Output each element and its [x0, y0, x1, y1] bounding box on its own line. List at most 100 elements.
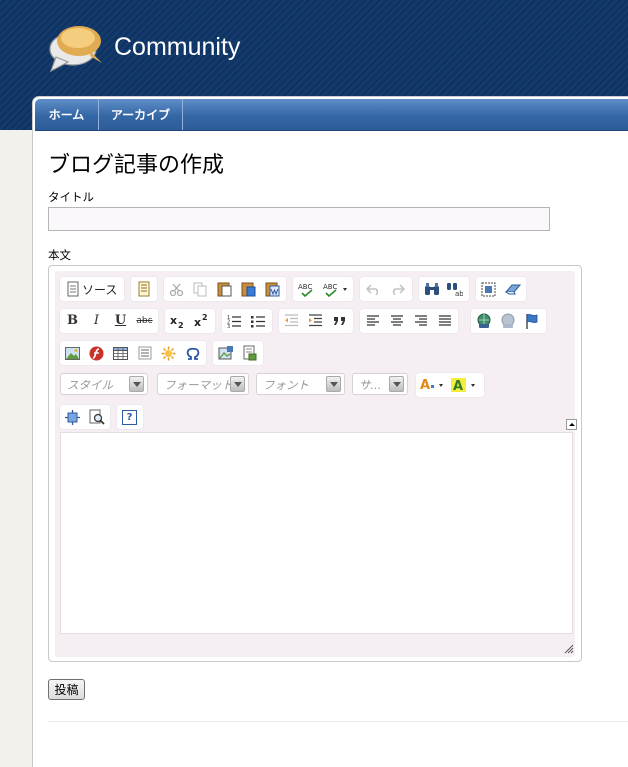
strikethrough-button[interactable]: abc — [135, 312, 154, 330]
select-all-icon — [481, 282, 496, 296]
replace-button[interactable]: ab — [445, 280, 464, 298]
flag-icon — [525, 314, 537, 329]
binoculars-icon — [424, 283, 439, 295]
redo-icon — [392, 284, 405, 295]
flash-button[interactable] — [87, 344, 106, 362]
redo-button[interactable] — [388, 280, 407, 298]
anchor-button[interactable] — [522, 312, 541, 330]
image-button[interactable] — [63, 344, 82, 362]
special-char-button[interactable] — [183, 344, 202, 362]
cut-button[interactable] — [167, 280, 186, 298]
paste-word-button[interactable] — [263, 280, 282, 298]
bold-button[interactable]: B — [63, 312, 82, 330]
align-left-button[interactable] — [363, 312, 382, 330]
svg-text:A: A — [420, 378, 430, 393]
speech-bubble-logo-icon[interactable] — [46, 19, 104, 75]
justify-button[interactable] — [435, 312, 454, 330]
italic-button[interactable]: I — [87, 312, 106, 330]
maximize-button[interactable] — [63, 408, 82, 426]
horizontal-rule-button[interactable] — [135, 344, 154, 362]
templates-button[interactable] — [134, 280, 153, 298]
nav-tab-archive[interactable]: アーカイブ — [99, 99, 183, 130]
editor-content-area[interactable] — [60, 432, 573, 634]
select-all-button[interactable] — [479, 280, 498, 298]
title-input[interactable] — [48, 207, 550, 231]
spellcheck-icon: ABC — [298, 283, 313, 297]
unlink-button[interactable] — [498, 312, 517, 330]
spellcheck-as-you-type-button[interactable]: ABC — [322, 280, 350, 298]
toolbar-group-templates — [131, 277, 157, 301]
resize-handle-icon[interactable] — [564, 644, 574, 654]
clipboard-icon — [217, 282, 232, 297]
text-color-button[interactable]: A — [419, 376, 447, 394]
toolbar-group-source: ソース — [60, 277, 124, 301]
style-combo-label: スタイル — [67, 378, 113, 392]
indent-icon — [309, 314, 322, 327]
toolbar-group-find: ab — [419, 277, 469, 301]
format-combo[interactable]: フォーマット — [157, 373, 249, 395]
toolbar-group-undo — [360, 277, 412, 301]
superscript-button[interactable]: x2 — [192, 312, 211, 330]
site-title[interactable]: Community — [114, 33, 240, 62]
preview-button[interactable] — [87, 408, 106, 426]
chevron-down-icon — [129, 376, 144, 392]
size-combo[interactable]: サ... — [352, 373, 408, 395]
quote-icon — [333, 317, 345, 325]
table-button[interactable] — [111, 344, 130, 362]
editor-toolbar-area: ソース ABC ABC ab B I U abc x 2 x 2 1 2 3 ス… — [55, 271, 577, 657]
insert-document-button[interactable] — [240, 344, 259, 362]
svg-text:2: 2 — [178, 321, 184, 329]
align-center-button[interactable] — [387, 312, 406, 330]
justify-icon — [438, 315, 451, 326]
underline-button[interactable]: U — [111, 312, 130, 330]
paste-button[interactable] — [215, 280, 234, 298]
paste-word-icon — [265, 282, 280, 297]
remove-format-button[interactable] — [503, 280, 522, 298]
blockquote-button[interactable] — [330, 312, 349, 330]
align-center-icon — [390, 315, 403, 326]
superscript-icon: x2 — [194, 313, 208, 329]
undo-button[interactable] — [364, 280, 383, 298]
toolbar-group-script: x2 x2 — [165, 309, 215, 333]
source-button[interactable] — [63, 280, 82, 298]
toolbar-group-tools — [60, 405, 110, 429]
paste-text-icon — [241, 282, 256, 297]
bulleted-list-icon — [251, 316, 265, 328]
text-color-icon: A — [420, 378, 443, 393]
source-button-label: ソース — [82, 283, 118, 297]
replace-icon: ab — [447, 283, 463, 297]
toolbar-group-indent — [279, 309, 353, 333]
svg-text:ab: ab — [455, 290, 463, 297]
submit-button[interactable]: 投稿 — [48, 679, 85, 700]
font-combo[interactable]: フォント — [256, 373, 345, 395]
collapse-toolbar-button[interactable] — [566, 419, 577, 430]
svg-text:x: x — [170, 314, 177, 327]
style-combo[interactable]: スタイル — [60, 373, 148, 395]
numbered-list-button[interactable]: 123 — [225, 312, 244, 330]
smiley-button[interactable] — [159, 344, 178, 362]
paste-text-button[interactable] — [239, 280, 258, 298]
nav-tab-home[interactable]: ホーム — [35, 99, 99, 130]
preview-icon — [89, 409, 105, 425]
outdent-button[interactable] — [282, 312, 301, 330]
copy-button[interactable] — [191, 280, 210, 298]
globe-link-icon — [477, 313, 490, 328]
align-right-button[interactable] — [411, 312, 430, 330]
subscript-button[interactable]: x2 — [168, 312, 187, 330]
toolbar-group-media — [213, 341, 263, 365]
find-button[interactable] — [422, 280, 441, 298]
spellcheck-button[interactable]: ABC — [296, 280, 318, 298]
svg-text:ABC: ABC — [298, 283, 312, 291]
insert-media-button[interactable] — [216, 344, 235, 362]
numbered-list-icon: 123 — [227, 315, 241, 328]
scissors-icon — [169, 283, 184, 296]
bulleted-list-button[interactable] — [249, 312, 268, 330]
rich-text-editor: ソース ABC ABC ab B I U abc x 2 x 2 1 2 3 ス… — [48, 265, 582, 662]
help-button[interactable]: ? — [120, 408, 139, 426]
background-color-button[interactable]: A — [451, 376, 479, 394]
link-button[interactable] — [474, 312, 493, 330]
indent-button[interactable] — [306, 312, 325, 330]
undo-icon — [366, 284, 379, 295]
horizontal-rule-icon — [138, 346, 151, 360]
flash-icon — [89, 346, 104, 360]
